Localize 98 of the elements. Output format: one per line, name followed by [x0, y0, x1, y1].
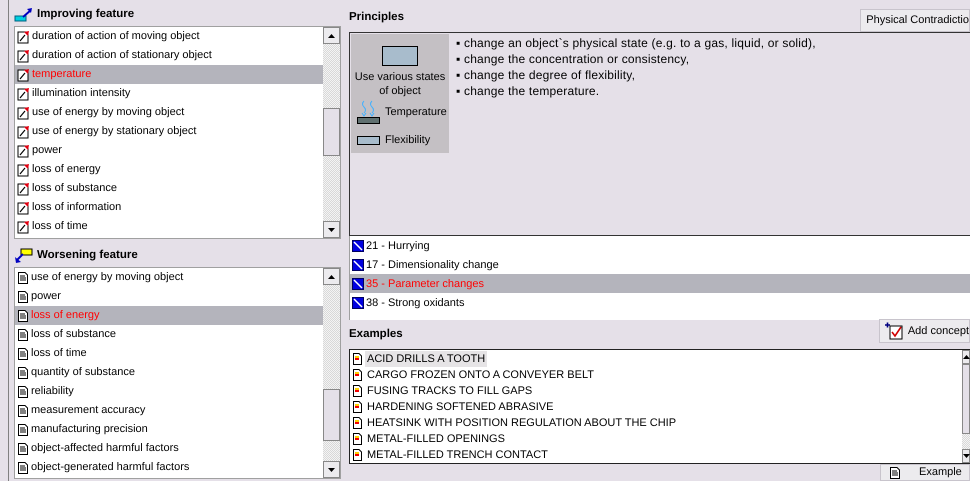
- list-item[interactable]: loss of substance: [15, 325, 323, 344]
- example-item[interactable]: ACID DRILLS A TOOTH: [365, 350, 488, 368]
- list-item[interactable]: loss of time: [15, 344, 323, 363]
- pinned-page-icon: [17, 124, 30, 138]
- list-item[interactable]: loss of information: [15, 198, 323, 217]
- example-button[interactable]: Example: [880, 464, 970, 481]
- page-icon: [17, 384, 29, 398]
- heat-plate-icon: [357, 100, 381, 124]
- diagonal-square-icon: [352, 278, 364, 290]
- note-page-icon: [352, 368, 363, 382]
- example-item[interactable]: HEATSINK WITH POSITION REGULATION ABOUT THE CHIP: [365, 414, 678, 432]
- list-item[interactable]: manufacturing precision: [15, 420, 323, 439]
- list-item[interactable]: measurement accuracy: [15, 401, 323, 420]
- down-arrow-icon: [328, 228, 335, 232]
- list-item[interactable]: object-generated harmful factors: [15, 458, 323, 477]
- scroll-up-button[interactable]: [323, 27, 340, 44]
- section-title: Worsening feature: [37, 248, 138, 264]
- page-icon: [17, 290, 29, 304]
- page-icon: [889, 466, 901, 480]
- example-item[interactable]: CARGO FROZEN ONTO A CONVEYER BELT: [365, 366, 596, 384]
- pinned-page-icon: [17, 68, 30, 82]
- principle-caption: Use various states of object: [354, 70, 446, 98]
- list-item[interactable]: loss of energy: [15, 160, 323, 179]
- page-icon: [17, 366, 29, 380]
- list-item[interactable]: power: [15, 141, 323, 160]
- page-icon: [17, 346, 29, 360]
- up-arrow-icon: [328, 34, 335, 38]
- list-item[interactable]: object-affected harmful factors: [15, 439, 323, 458]
- list-item[interactable]: loss of substance: [15, 179, 323, 198]
- example-item[interactable]: HARDENING SOFTENED ABRASIVE: [365, 398, 556, 416]
- example-item[interactable]: FUSING TRACKS TO FILL GAPS: [365, 382, 534, 400]
- section-title: Improving feature: [37, 7, 134, 22]
- flexible-plate-icon: [357, 136, 381, 145]
- section-title: Examples: [349, 326, 403, 342]
- pinned-page-icon: [17, 182, 30, 196]
- list-item[interactable]: use of energy by stationary object: [15, 122, 323, 141]
- down-arrow-flag-icon: [14, 248, 34, 264]
- up-arrow-bar-icon: [14, 7, 34, 23]
- note-page-icon: [352, 416, 363, 430]
- page-icon: [17, 328, 29, 342]
- list-item[interactable]: duration of action of stationary object: [15, 46, 323, 65]
- legend-label: Temperature: [385, 104, 447, 120]
- pinned-page-icon: [17, 106, 30, 120]
- page-icon: [17, 460, 29, 474]
- pinned-page-icon: [17, 30, 30, 44]
- contradiction-button[interactable]: Physical Contradictio: [860, 9, 970, 32]
- scroll-thumb[interactable]: [323, 108, 340, 156]
- principle-text: ▪ change the temperature.: [456, 82, 600, 99]
- section-title: Principles: [349, 10, 404, 25]
- list-item[interactable]: use of energy by moving object: [15, 268, 323, 287]
- legend-label: Flexibility: [385, 132, 430, 148]
- page-icon: [17, 270, 29, 284]
- checklist-icon: [884, 322, 904, 340]
- scroll-down-button[interactable]: [323, 461, 340, 478]
- list-item[interactable]: illumination intensity: [15, 84, 323, 103]
- add-concept-button[interactable]: Add concept: [878, 319, 970, 344]
- pinned-page-icon: [17, 86, 30, 100]
- up-arrow-icon: [962, 355, 970, 360]
- scroll-down-button[interactable]: [962, 449, 970, 464]
- principle-text: ▪ change the degree of flexibility,: [456, 66, 636, 83]
- note-page-icon: [352, 352, 363, 366]
- diagonal-square-icon: [352, 240, 364, 252]
- page-icon: [17, 422, 29, 436]
- page-icon: [17, 442, 29, 456]
- list-item[interactable]: reliability: [15, 382, 323, 401]
- page-icon: [17, 308, 29, 322]
- diagonal-square-icon: [352, 296, 364, 309]
- principle-text: ▪ change an object`s physical state (e.g. to a gas, liquid, or solid),: [456, 34, 816, 51]
- scroll-down-button[interactable]: [323, 221, 340, 238]
- principle-item[interactable]: 21 - Hurrying: [350, 236, 970, 256]
- diagonal-square-icon: [352, 258, 364, 271]
- state-box-icon: [382, 46, 418, 66]
- example-item[interactable]: METAL-FILLED OPENINGS: [365, 430, 507, 448]
- list-item[interactable]: power: [15, 287, 323, 306]
- scroll-thumb[interactable]: [323, 389, 340, 441]
- scroll-up-button[interactable]: [323, 268, 340, 285]
- note-page-icon: [352, 432, 363, 446]
- principle-item[interactable]: 17 - Dimensionality change: [350, 255, 970, 274]
- principle-item[interactable]: 38 - Strong oxidants: [350, 293, 970, 312]
- up-arrow-icon: [328, 274, 335, 278]
- down-arrow-icon: [328, 468, 335, 472]
- note-page-icon: [352, 384, 363, 398]
- pinned-page-icon: [17, 162, 30, 176]
- list-item[interactable]: use of energy by moving object: [15, 103, 323, 122]
- page-icon: [17, 404, 29, 418]
- list-item[interactable]: quantity of substance: [15, 363, 323, 382]
- pinned-page-icon: [17, 200, 30, 214]
- principle-text: ▪ change the concentration or consistency,: [456, 50, 690, 67]
- down-arrow-icon: [962, 454, 970, 458]
- example-item[interactable]: METAL-FILLED TRENCH CONTACT: [365, 446, 550, 464]
- scroll-up-button[interactable]: [962, 350, 970, 364]
- list-item[interactable]: loss of time: [15, 217, 323, 236]
- note-page-icon: [352, 400, 363, 414]
- pinned-page-icon: [17, 220, 30, 234]
- pinned-page-icon: [17, 48, 30, 62]
- pinned-page-icon: [17, 144, 30, 158]
- scroll-thumb[interactable]: [962, 364, 970, 434]
- list-item[interactable]: duration of action of moving object: [15, 27, 323, 46]
